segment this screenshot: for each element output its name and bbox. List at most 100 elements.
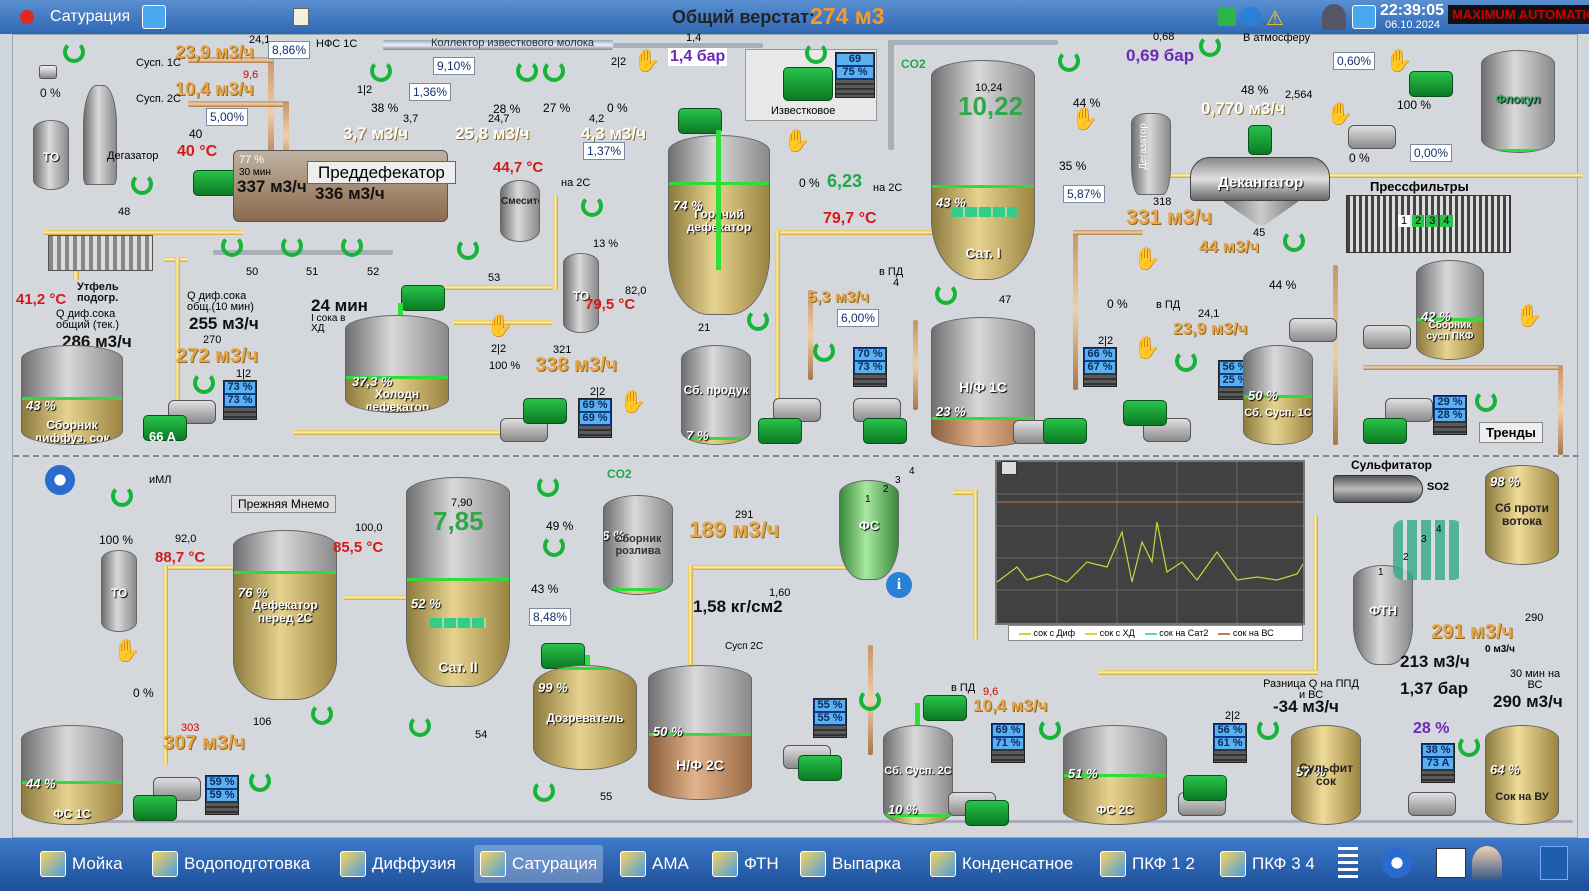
cycle-icon[interactable] (1283, 230, 1305, 252)
pump[interactable] (758, 418, 802, 444)
hand-icon[interactable]: ✋ (619, 391, 646, 413)
suspension-2c-collector[interactable]: 10 % Сб. Сусп. 2С (883, 725, 953, 825)
close-icon[interactable] (20, 10, 34, 24)
heat-exchanger-3[interactable]: ТО (101, 550, 137, 632)
fs2c-tank[interactable]: 51 % ФС 2С (1063, 725, 1167, 825)
taskbar-item-water[interactable]: Водоподготовка (152, 845, 310, 883)
cycle-icon[interactable] (281, 235, 303, 257)
display[interactable]: 55 % 55 % (813, 698, 847, 738)
hand-icon[interactable]: ✋ (486, 315, 513, 337)
chart-icon[interactable] (1436, 848, 1466, 878)
plus-icon[interactable] (1218, 8, 1236, 26)
pump[interactable] (1248, 125, 1272, 155)
value-box[interactable]: 1,37% (583, 142, 626, 160)
bottling-collector[interactable]: 6 % Сборник розлива (603, 495, 673, 595)
cycle-icon[interactable] (1175, 350, 1197, 372)
hand-icon[interactable]: ✋ (633, 50, 660, 72)
cycle-icon[interactable] (543, 535, 565, 557)
degasser-2[interactable] (1131, 113, 1171, 195)
value-box[interactable]: 8,48% (529, 608, 572, 626)
cycle-icon[interactable] (859, 689, 881, 711)
maturator-tank[interactable]: 99 % Дозреватель (533, 665, 637, 770)
juice-to-vu-tank[interactable]: 64 % Сок на ВУ (1485, 725, 1559, 825)
value-box[interactable]: 6,00% (837, 309, 880, 327)
cycle-icon[interactable] (1058, 50, 1080, 72)
trends-button[interactable]: Тренды (1479, 422, 1543, 443)
value-box[interactable]: 5,00% (206, 108, 249, 126)
cycle-icon[interactable] (935, 283, 957, 305)
display[interactable]: 73 % 73 % (223, 380, 257, 420)
hand-icon[interactable]: ✋ (1133, 337, 1160, 359)
taskbar-item-saturation[interactable]: Сатурация (474, 845, 604, 883)
display[interactable]: 69 % 69 % (578, 398, 612, 438)
fs1c-tank[interactable]: 44 % ФС 1С (21, 725, 123, 825)
defecator-2c[interactable]: 76 % Дефекатор перед 2С (233, 530, 337, 700)
hand-icon[interactable]: ✋ (1385, 50, 1412, 72)
cycle-icon[interactable] (1458, 735, 1480, 757)
value-box[interactable]: 8,86% (268, 41, 311, 59)
display[interactable]: 38 % 73 A (1421, 743, 1455, 783)
display[interactable]: 59 % 59 % (205, 775, 239, 815)
hand-icon[interactable]: ✋ (783, 130, 810, 152)
cycle-icon[interactable] (457, 238, 479, 260)
suspension-1c-collector[interactable]: 50 % Сб. Сусп. 1С (1243, 345, 1313, 445)
motor[interactable] (1363, 325, 1411, 349)
pump[interactable] (1123, 400, 1167, 426)
taskbar-item-ama[interactable]: АМА (620, 845, 689, 883)
ftn-filter[interactable]: ФТН (1353, 565, 1413, 665)
pump[interactable] (798, 755, 842, 781)
hand-icon[interactable]: ✋ (1071, 108, 1098, 130)
sulfited-juice-tank[interactable]: 57 % Сульфит сок (1291, 725, 1361, 825)
pump[interactable] (1183, 775, 1227, 801)
value-box[interactable]: 0,60% (1333, 52, 1376, 70)
taskbar-item-pkf34[interactable]: ПКФ 3 4 (1220, 845, 1315, 883)
hand-icon[interactable]: ✋ (113, 640, 140, 662)
pump[interactable] (401, 285, 445, 311)
motor[interactable] (1348, 125, 1396, 149)
prev-mnemo-button[interactable]: Прежняя Мнемо (231, 495, 337, 513)
pump[interactable] (133, 795, 177, 821)
user-icon[interactable] (1322, 4, 1346, 30)
value-box[interactable]: 0,00% (1410, 144, 1453, 162)
cycle-icon[interactable] (370, 60, 392, 82)
pump[interactable] (965, 800, 1009, 826)
degasser-tank[interactable] (83, 85, 117, 185)
ftn-stack[interactable] (1393, 520, 1463, 580)
heat-exchanger-2[interactable]: ТО (563, 253, 599, 333)
pump[interactable] (193, 170, 237, 196)
trend-chart[interactable] (995, 460, 1305, 625)
value-box[interactable]: 1,36% (409, 83, 452, 101)
gear-icon[interactable] (45, 465, 75, 495)
heater[interactable] (48, 235, 153, 271)
cycle-icon[interactable] (193, 372, 215, 394)
motor[interactable] (1408, 792, 1456, 816)
hand-icon[interactable]: ✋ (1133, 248, 1160, 270)
display[interactable]: 56 % 61 % (1213, 723, 1247, 763)
cycle-icon[interactable] (221, 235, 243, 257)
cycle-icon[interactable] (111, 485, 133, 507)
diffusion-juice-collector[interactable]: 43 % Сборник диффуз. сок (21, 345, 123, 445)
hand-icon[interactable]: ✋ (1515, 305, 1542, 327)
display[interactable]: 66 % 67 % (1083, 347, 1117, 387)
display[interactable]: 70 % 73 % (853, 347, 887, 387)
cycle-icon[interactable] (1475, 390, 1497, 412)
telegram-icon[interactable] (142, 5, 166, 29)
settings-icon[interactable] (1382, 848, 1412, 878)
cycle-icon[interactable] (341, 235, 363, 257)
pump[interactable] (923, 695, 967, 721)
mixer-tank[interactable]: Смеситель (500, 180, 540, 242)
cycle-icon[interactable] (537, 475, 559, 497)
telegram-icon-2[interactable] (1352, 5, 1376, 29)
pump[interactable] (1409, 71, 1453, 97)
valve[interactable] (39, 65, 57, 79)
chart-menu-icon[interactable] (1001, 461, 1017, 475)
cycle-icon[interactable] (543, 60, 565, 82)
cycle-icon[interactable] (533, 780, 555, 802)
chat-icon[interactable] (1240, 7, 1262, 27)
counterflow-collector[interactable]: 98 % Сб проти вотока (1485, 465, 1559, 565)
cycle-icon[interactable] (409, 715, 431, 737)
cycle-icon[interactable] (1039, 718, 1061, 740)
cycle-icon[interactable] (805, 42, 827, 64)
menu-icon[interactable] (1338, 847, 1358, 879)
value-box[interactable]: 5,87% (1063, 185, 1106, 203)
